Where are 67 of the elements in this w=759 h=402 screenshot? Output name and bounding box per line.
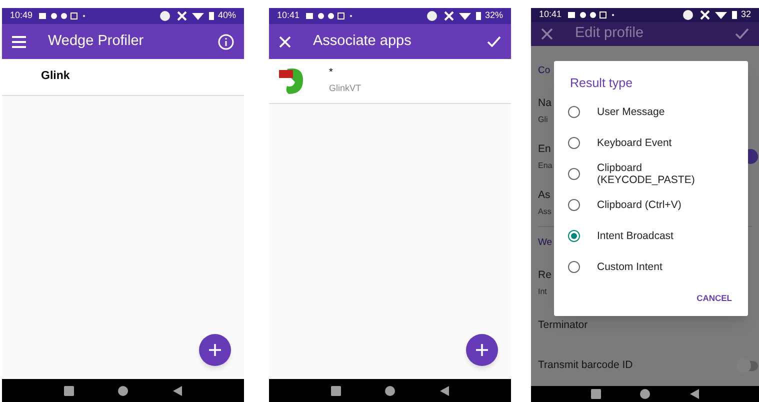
option-label: Clipboard (KEYCODE_PASTE)	[597, 162, 696, 186]
back-icon[interactable]	[440, 386, 449, 396]
list-item[interactable]: * GlinkVT	[269, 59, 511, 104]
radio-button[interactable]	[568, 168, 580, 180]
option-label: Intent Broadcast	[597, 230, 674, 242]
section-header: We	[538, 236, 552, 250]
home-icon[interactable]	[385, 386, 396, 396]
toolbar-title: Wedge Profiler	[48, 32, 144, 51]
radio-option[interactable]: Keyboard Event	[554, 128, 748, 159]
setting-title: En	[538, 142, 551, 158]
status-indicators-drawing	[682, 10, 739, 20]
checkmark-icon[interactable]	[735, 28, 749, 40]
radio-option[interactable]: Intent Broadcast	[554, 220, 748, 252]
battery-percentage: 40%	[218, 9, 236, 22]
toolbar-title: Associate apps	[313, 32, 412, 51]
radio-button[interactable]	[568, 261, 580, 274]
radio-option[interactable]: Clipboard (Ctrl+V)	[554, 190, 748, 221]
setting-title: Transmit barcode ID	[538, 358, 633, 374]
option-label: Clipboard (Ctrl+V)	[597, 199, 682, 212]
radio-option[interactable]: User Message	[554, 96, 748, 128]
radio-option[interactable]: Clipboard (KEYCODE_PASTE)	[554, 158, 748, 190]
recents-icon[interactable]	[331, 386, 342, 396]
setting-title: As	[538, 188, 550, 204]
radio-button[interactable]	[568, 199, 580, 212]
option-label: User Message	[597, 106, 666, 118]
option-label: Custom Intent	[597, 261, 664, 274]
home-icon[interactable]	[118, 386, 128, 396]
menu-icon[interactable]	[12, 36, 26, 48]
setting-summary: Ena	[538, 160, 552, 172]
recents-icon[interactable]	[64, 386, 74, 396]
info-icon[interactable]	[218, 34, 234, 50]
status-time: 10:41	[539, 8, 562, 21]
radio-button[interactable]	[568, 137, 580, 150]
radio-button[interactable]	[568, 230, 580, 242]
status-time: 10:41	[277, 9, 300, 22]
setting-summary: Int	[538, 286, 547, 298]
toolbar-title: Edit profile	[575, 24, 644, 43]
option-label: Keyboard Event	[597, 137, 673, 150]
add-button[interactable]	[466, 334, 498, 366]
plus-icon	[209, 344, 221, 356]
section-header: Co	[538, 64, 550, 78]
battery-percentage: 32	[740, 8, 751, 21]
plus-icon	[476, 344, 488, 356]
status-time: 10:49	[10, 9, 33, 22]
setting-title: Na	[538, 96, 552, 112]
close-icon[interactable]	[541, 28, 553, 40]
back-icon[interactable]	[172, 386, 182, 396]
home-icon[interactable]	[640, 388, 650, 399]
setting-summary: Ass	[538, 206, 552, 218]
list-item[interactable]: Glink	[2, 59, 244, 96]
setting-title: Terminator	[538, 318, 588, 334]
radio-option[interactable]: Custom Intent	[554, 252, 748, 283]
radio-button[interactable]	[568, 106, 580, 118]
app-name: *	[329, 66, 334, 79]
status-indicators-drawing	[160, 11, 216, 21]
add-button[interactable]	[199, 334, 231, 366]
battery-percentage: 32%	[484, 9, 503, 22]
setting-summary: Gli	[538, 114, 548, 126]
setting-title: Re	[538, 268, 552, 284]
profile-name: Glink	[41, 69, 70, 84]
dialog-title: Result type	[569, 74, 634, 92]
status-indicators-drawing	[426, 11, 483, 21]
back-icon[interactable]	[690, 388, 700, 399]
cancel-button[interactable]: CANCEL	[690, 288, 738, 308]
recents-icon[interactable]	[590, 388, 601, 399]
app-package: GlinkVT	[329, 82, 362, 95]
toggle-switch[interactable]	[736, 360, 758, 371]
